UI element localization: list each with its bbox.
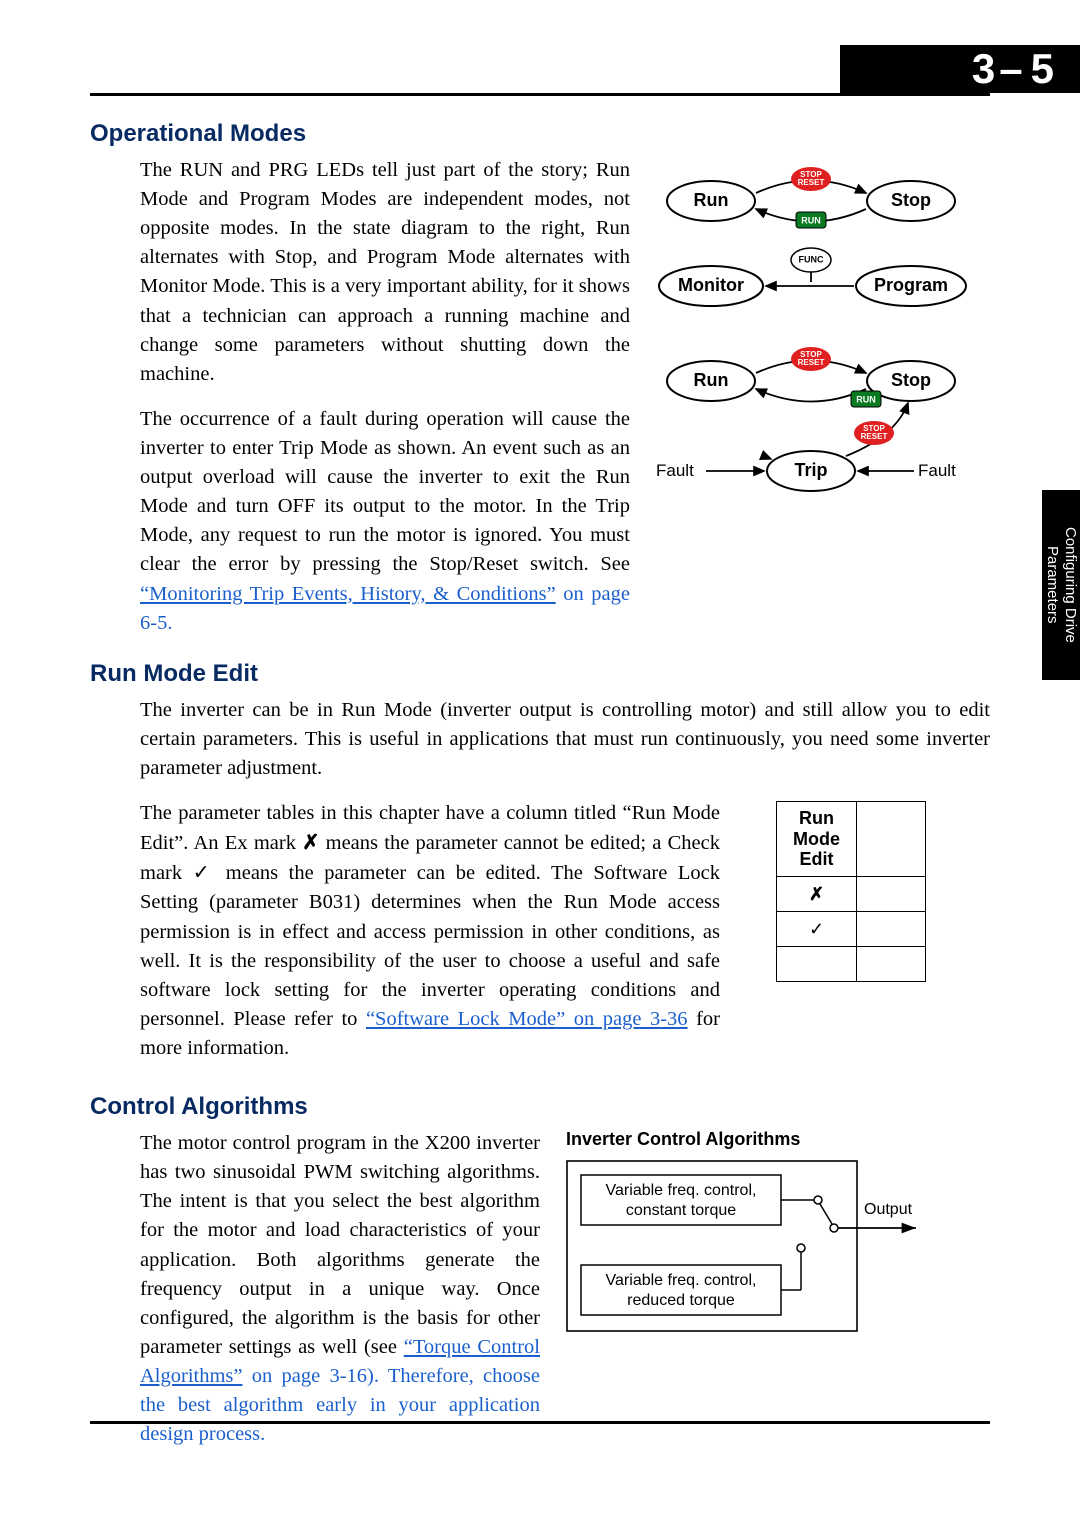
svg-text:Stop: Stop	[891, 370, 931, 390]
page-chapter: 3	[972, 45, 997, 93]
svg-text:Stop: Stop	[891, 190, 931, 210]
run-mode-edit-table: Run Mode Edit ✗ ✓	[776, 799, 926, 982]
rme-cell-check: ✓	[777, 912, 857, 947]
para-op-modes-2: The occurrence of a fault during operati…	[140, 405, 630, 638]
top-rule	[90, 93, 990, 96]
svg-text:Run: Run	[694, 370, 729, 390]
svg-text:Variable freq. control,: Variable freq. control,	[606, 1182, 757, 1199]
rme-header-blank	[857, 802, 926, 877]
para-algo-1: The motor control program in the X200 in…	[140, 1129, 540, 1449]
svg-text:Run: Run	[694, 190, 729, 210]
rme-cell-x: ✗	[777, 877, 857, 912]
svg-text:reduced torque: reduced torque	[627, 1292, 735, 1309]
svg-text:RESET: RESET	[798, 178, 825, 187]
svg-text:FUNC: FUNC	[799, 254, 824, 264]
page: 3 – 5 Configuring Drive Parameters Opera…	[0, 0, 1080, 1534]
side-thumb-tab: Configuring Drive Parameters	[1042, 490, 1080, 680]
svg-text:Program: Program	[874, 275, 948, 295]
state-diagram-run-stop-trip: Run Stop STOP RESET RUN Trip	[656, 341, 976, 511]
algo-figure-title: Inverter Control Algorithms	[566, 1129, 926, 1150]
heading-control-algorithms: Control Algorithms	[90, 1093, 990, 1121]
link-monitoring-trip[interactable]: “Monitoring Trip Events, History, & Cond…	[140, 583, 556, 605]
para-rme-1: The inverter can be in Run Mode (inverte…	[140, 696, 990, 783]
heading-run-mode-edit: Run Mode Edit	[90, 660, 990, 688]
svg-text:Fault: Fault	[918, 461, 956, 480]
svg-text:RUN: RUN	[856, 394, 876, 404]
para-rme-2: The parameter tables in this chapter hav…	[140, 799, 720, 1063]
svg-text:RESET: RESET	[798, 358, 825, 367]
x-mark-icon: ✗	[302, 831, 319, 854]
link-software-lock-mode[interactable]: “Software Lock Mode” on page 3-36	[366, 1008, 688, 1030]
page-sep: –	[997, 45, 1030, 93]
svg-text:Trip: Trip	[794, 460, 827, 480]
inverter-control-algorithms-figure: Inverter Control Algorithms Variable fre…	[566, 1129, 926, 1355]
svg-text:Variable freq. control,: Variable freq. control,	[606, 1272, 757, 1289]
page-number: 5	[1031, 45, 1056, 93]
state-diagram-run-stop-monitor-program: Run Stop STOP RESET RUN	[656, 156, 976, 336]
page-number-tab: 3 – 5	[840, 45, 1080, 93]
rme-cell-empty	[777, 947, 857, 982]
svg-text:RUN: RUN	[801, 215, 821, 225]
svg-text:Fault: Fault	[656, 461, 694, 480]
svg-text:RESET: RESET	[861, 432, 888, 441]
state-diagrams: Run Stop STOP RESET RUN	[656, 156, 976, 516]
svg-text:Output: Output	[864, 1201, 913, 1218]
check-mark-icon: ✓	[193, 861, 216, 884]
svg-text:constant torque: constant torque	[626, 1202, 736, 1219]
content-area: Operational Modes The RUN and PRG LEDs t…	[90, 120, 990, 1414]
rme-header: Run Mode Edit	[777, 802, 857, 877]
bottom-rule	[90, 1421, 990, 1424]
para-op-modes-1: The RUN and PRG LEDs tell just part of t…	[140, 156, 630, 389]
heading-operational-modes: Operational Modes	[90, 120, 990, 148]
svg-text:Monitor: Monitor	[678, 275, 744, 295]
